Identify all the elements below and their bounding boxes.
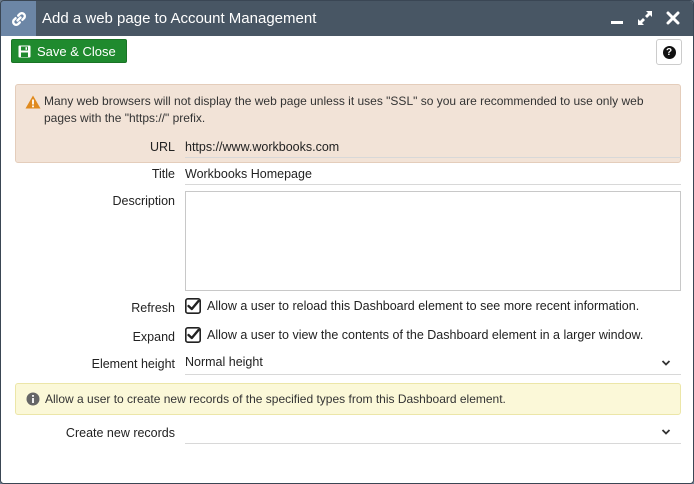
title-bar[interactable]: Add a web page to Account Management [1, 1, 693, 36]
toolbar: Save & Close ? [1, 36, 693, 72]
info-icon [26, 392, 40, 409]
help-button[interactable]: ? [656, 39, 682, 65]
create-records-label: Create new records [65, 426, 175, 440]
info-text: Allow a user to create new records of th… [45, 392, 506, 406]
maximize-icon[interactable] [637, 10, 653, 26]
create-records-select[interactable] [185, 424, 681, 444]
title-label: Title [151, 167, 175, 181]
close-icon[interactable] [665, 10, 681, 26]
warning-text: Many web browsers will not display the w… [44, 94, 644, 125]
url-label: URL [149, 140, 175, 154]
link-icon [1, 1, 36, 36]
element-height-select[interactable]: Normal height [185, 355, 681, 375]
chevron-down-icon [661, 426, 671, 440]
save-close-label: Save & Close [37, 43, 116, 59]
refresh-option: Allow a user to reload this Dashboard el… [185, 298, 639, 314]
description-label: Description [112, 194, 175, 208]
title-field[interactable]: Workbooks Homepage [185, 167, 681, 185]
floppy-disk-icon [18, 45, 31, 58]
warning-icon [25, 95, 41, 114]
expand-checkbox[interactable] [185, 327, 201, 343]
expand-text: Allow a user to view the contents of the… [207, 328, 644, 342]
chevron-down-icon [661, 357, 671, 371]
element-height-label: Element height [91, 357, 175, 371]
refresh-label: Refresh [131, 301, 175, 315]
dialog-content: Save & Close ? Many web browsers will no… [1, 36, 693, 483]
refresh-checkbox[interactable] [185, 298, 201, 314]
url-field[interactable]: https://www.workbooks.com [185, 140, 681, 158]
dialog-window: Add a web page to Account Management Sav… [0, 0, 694, 484]
refresh-text: Allow a user to reload this Dashboard el… [207, 299, 640, 313]
save-close-button[interactable]: Save & Close [11, 39, 127, 63]
dialog-title: Add a web page to Account Management [42, 10, 317, 27]
minimize-icon[interactable] [609, 10, 625, 26]
create-records-info-banner: Allow a user to create new records of th… [15, 383, 681, 415]
element-height-value: Normal height [185, 355, 263, 369]
description-textarea[interactable] [185, 191, 681, 291]
help-icon: ? [662, 45, 676, 59]
expand-label: Expand [132, 330, 175, 344]
expand-option: Allow a user to view the contents of the… [185, 327, 643, 343]
